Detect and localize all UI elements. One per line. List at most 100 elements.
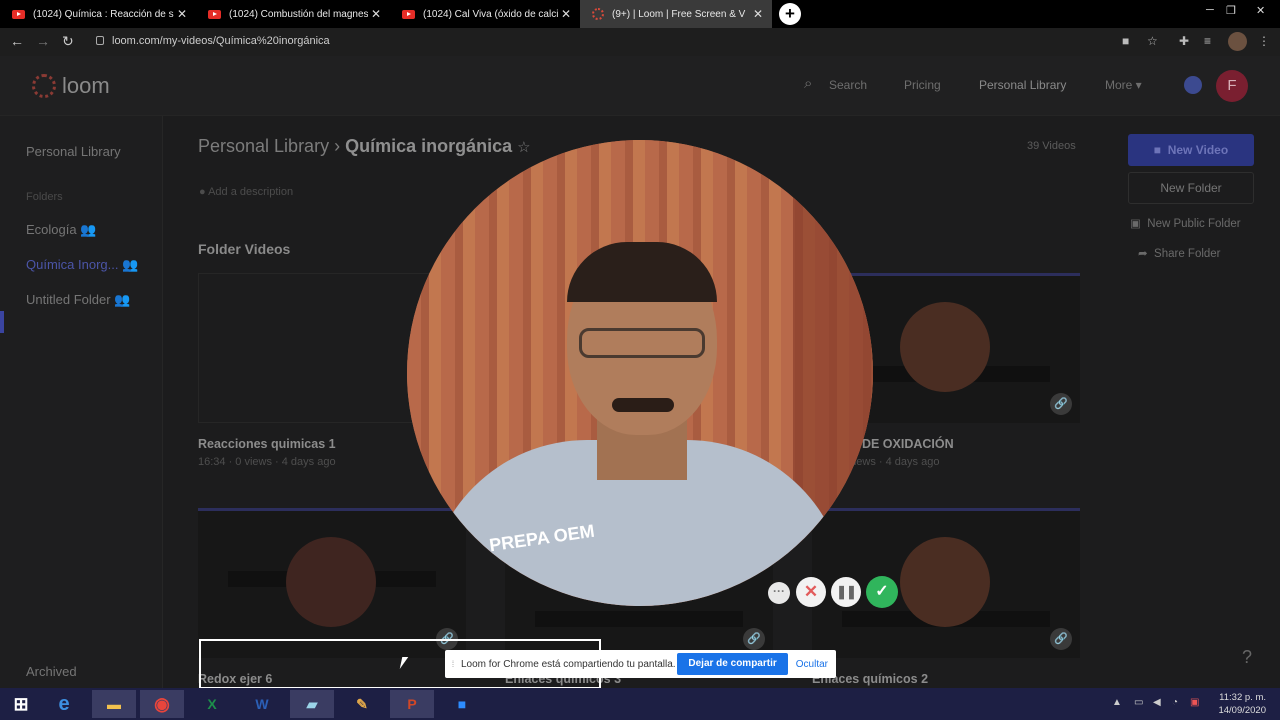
new-tab-button[interactable]: + [779,3,801,25]
youtube-icon [208,9,221,19]
back-icon[interactable]: ← [10,33,24,49]
shared-people-icon: 👥 [80,222,97,237]
close-tab-icon[interactable]: ✕ [750,7,766,21]
more-menu[interactable]: More ▾ [1105,78,1142,92]
sidebar-archived[interactable]: Archived [26,664,77,679]
finish-recording-button[interactable]: ✓ [866,576,898,608]
profile-avatar[interactable] [1228,32,1247,51]
search-link[interactable]: Search [829,78,867,92]
video-count: 39 Videos [1027,140,1076,152]
brand-name: loom [62,73,110,98]
youtube-icon [402,9,415,19]
menu-kebab-icon[interactable]: ⋮ [1258,34,1270,48]
link-icon[interactable]: 🔗 [743,628,765,650]
loom-logo[interactable]: loom [32,73,110,99]
sidebar-item-label: Química Inorg... [26,257,119,272]
video-camera-icon: ■ [1153,143,1162,157]
new-public-folder-label: New Public Folder [1147,218,1241,230]
sidebar-item-label: Ecología [26,222,77,237]
tab-title: (1024) Química : Reacción de sín [33,8,174,20]
reload-icon[interactable]: ↻ [62,33,74,50]
active-indicator [0,311,4,333]
breadcrumb-root[interactable]: Personal Library [198,136,329,156]
browser-tab[interactable]: (1024) Combustión del magnesio ✕ [196,0,390,28]
media-control-icon[interactable]: ≡ [1204,34,1211,48]
network-icon[interactable]: ▭ [1134,697,1143,708]
excel-icon[interactable]: X [190,690,234,718]
maximize-icon[interactable]: ❐ [1226,4,1236,17]
folder-plus-icon: ▣ [1130,218,1141,230]
sidebar-item-quimica[interactable]: Química Inorg... 👥 [26,257,138,273]
browser-tab-bar: (1024) Química : Reacción de sín ✕ (1024… [0,0,1280,28]
windows-taskbar: ⊞ e ▬ ◉ X W ▰ ✎ P ■ ▲ ▭ ◀ ◔ ▣ 11:32 p. m… [0,688,1280,720]
add-description[interactable]: ● Add a description [199,186,293,198]
loom-logo-icon [32,74,56,98]
share-folder-label: Share Folder [1154,248,1221,260]
share-arrow-icon: ➦ [1138,248,1148,260]
forward-icon[interactable]: → [36,33,50,49]
personal-library-link[interactable]: Personal Library [979,78,1066,92]
internet-explorer-icon[interactable]: e [42,690,86,718]
invite-icon[interactable] [1184,76,1202,94]
section-title: Folder Videos [198,241,291,257]
new-video-button[interactable]: ■ New Video [1128,134,1254,166]
webcam-bubble[interactable]: PREPA OEM [407,140,873,606]
drag-handle-icon[interactable]: ⁞ [445,659,461,669]
share-folder-link[interactable]: ➦ Share Folder [1138,246,1221,260]
app-header: loom ⌕ Search Pricing Personal Library M… [0,56,1280,116]
link-icon[interactable]: 🔗 [1050,628,1072,650]
powerpoint-icon[interactable]: P [390,690,434,718]
shared-people-icon: 👥 [122,257,139,272]
pricing-link[interactable]: Pricing [904,78,941,92]
browser-tab-active[interactable]: (9+) | Loom | Free Screen & V ✕ [580,0,772,28]
help-icon[interactable]: ? [1234,644,1260,670]
new-folder-button[interactable]: New Folder [1128,172,1254,204]
video-title[interactable]: Reacciones quimicas 1 [198,437,336,451]
word-icon[interactable]: W [240,690,284,718]
tab-title: (9+) | Loom | Free Screen & V [612,8,746,20]
screen-share-notification: ⁞ Loom for Chrome está compartiendo tu p… [445,650,836,678]
extensions-icon[interactable]: ✚ [1179,34,1189,48]
file-explorer-icon[interactable]: ▬ [92,690,136,718]
user-avatar[interactable]: F [1216,70,1248,102]
wifi-icon[interactable]: ◔ [1172,697,1178,708]
camera-icon[interactable]: ■ [1122,34,1129,48]
search-icon[interactable]: ⌕ [804,75,812,92]
stop-sharing-button[interactable]: Dejar de compartir [677,653,788,675]
new-public-folder-link[interactable]: ▣ New Public Folder [1130,216,1241,230]
pause-recording-button[interactable]: ❚❚ [831,577,861,607]
folders-heading: Folders [26,191,63,203]
clock-time: 11:32 p. m. [1219,692,1266,703]
url-field[interactable]: loom.com/my-videos/Química%20inorgánica [112,35,330,47]
volume-icon[interactable]: ◀ [1153,697,1161,708]
close-window-icon[interactable]: ✕ [1256,4,1265,17]
action-center-icon[interactable]: ▣ [1190,697,1199,708]
cancel-recording-button[interactable]: ✕ [796,577,826,607]
sidebar-item-label: Untitled Folder [26,292,111,307]
close-tab-icon[interactable]: ✕ [558,7,574,21]
lock-icon [96,36,104,45]
clock-date: 14/09/2020 [1218,705,1266,716]
close-tab-icon[interactable]: ✕ [368,7,384,21]
minimize-icon[interactable]: ─ [1206,4,1214,16]
paint-icon[interactable]: ✎ [340,690,384,718]
video-meta: 16:34 · 0 views · 4 days ago [198,456,336,468]
notes-app-icon[interactable]: ▰ [290,690,334,718]
bookmark-star-icon[interactable]: ☆ [1147,34,1158,48]
sidebar-item-untitled[interactable]: Untitled Folder 👥 [26,292,130,308]
hide-notification-button[interactable]: Ocultar [796,659,828,670]
sidebar: Personal Library Folders Ecología 👥 Quím… [0,116,163,688]
sidebar-item-ecologia[interactable]: Ecología 👥 [26,222,96,238]
tray-chevron-icon[interactable]: ▲ [1112,697,1122,708]
zoom-icon[interactable]: ■ [440,690,484,718]
link-icon[interactable]: 🔗 [1050,393,1072,415]
chrome-icon[interactable]: ◉ [140,690,184,718]
system-clock[interactable]: 11:32 p. m. 14/09/2020 [1206,691,1266,717]
shared-people-icon: 👥 [114,292,131,307]
browser-tab[interactable]: (1024) Química : Reacción de sín ✕ [0,0,196,28]
browser-tab[interactable]: (1024) Cal Viva (óxido de calcio) ✕ [390,0,580,28]
close-tab-icon[interactable]: ✕ [174,7,190,21]
sidebar-personal-library[interactable]: Personal Library [26,144,121,159]
more-options-button[interactable]: ··· [768,582,790,604]
windows-start-icon[interactable]: ⊞ [6,690,36,718]
